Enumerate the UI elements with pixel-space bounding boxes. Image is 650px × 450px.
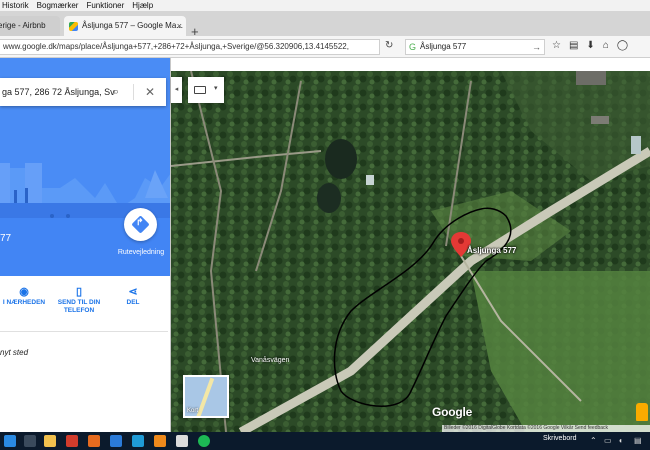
search-go-icon[interactable]: → <box>532 40 541 54</box>
collapse-panel-button[interactable]: ◂ <box>171 77 182 103</box>
place-address-fragment: 77 <box>0 233 12 244</box>
share-icon: ⋖ <box>128 286 138 298</box>
share-button[interactable]: ⋖ DEL <box>118 286 148 307</box>
google-logo: Google <box>432 405 473 419</box>
volume-icon[interactable]: ◖ <box>618 436 623 445</box>
toolbar-icons: ☆ ▤ ⬇ ⌂ ◯ <box>552 40 628 51</box>
spotify-icon[interactable] <box>198 435 210 447</box>
pin-icon: ◉ <box>19 286 29 298</box>
google-maps-favicon-icon <box>69 22 78 31</box>
map-type-toggle[interactable]: Kort <box>183 375 229 418</box>
skype-icon[interactable] <box>132 435 144 447</box>
download-icon[interactable]: ⬇ <box>586 40 594 51</box>
panel-divider <box>0 331 168 332</box>
nearby-label: I NÆRHEDEN <box>2 299 46 306</box>
map-pin-label[interactable]: Åsljunga 577 <box>467 246 516 255</box>
minimap-road <box>195 377 215 416</box>
keyboard-icon <box>194 86 206 94</box>
share-label: DEL <box>126 299 140 306</box>
phone-icon: ▯ <box>75 286 83 298</box>
send-to-phone-button[interactable]: ▯ SEND TIL DIN TELEFON <box>52 286 106 315</box>
home-app-icon[interactable] <box>176 435 188 447</box>
tab-strip: erige - Airbnb Åsljunga 577 – Google Ma.… <box>0 11 650 39</box>
maps-search-box[interactable]: ga 577, 286 72 Åsljunga, Sv ⌕ ✕ <box>0 78 166 106</box>
map-attribution: Billeder ©2016 DigitalGlobe Kortdata ©20… <box>442 425 650 432</box>
tab-label: erige - Airbnb <box>0 21 46 30</box>
satellite-imagery <box>171 71 650 432</box>
add-missing-place-link[interactable]: nyt sted <box>0 348 28 357</box>
firefox-icon[interactable] <box>88 435 100 447</box>
directions-arrow-icon: ↱ <box>136 217 144 227</box>
home-icon[interactable]: ⌂ <box>603 40 609 51</box>
vlc-icon[interactable] <box>154 435 166 447</box>
tab-airbnb[interactable]: erige - Airbnb <box>0 16 60 36</box>
google-search-icon: G <box>409 42 417 52</box>
tray-chevron-icon[interactable]: ⌃ <box>590 436 597 445</box>
tab-label: Åsljunga 577 – Google Ma... <box>82 21 183 30</box>
road-label: Vanåsvägen <box>251 357 290 364</box>
nearby-button[interactable]: ◉ I NÆRHEDEN <box>0 286 48 307</box>
directions-button[interactable]: ↱ <box>124 208 157 241</box>
close-icon[interactable]: ✕ <box>145 78 155 106</box>
place-actions: ◉ I NÆRHEDEN ▯ SEND TIL DIN TELEFON ⋖ DE… <box>0 286 171 328</box>
satellite-map[interactable] <box>171 71 650 432</box>
navigation-bar: www.google.dk/maps/place/Åsljunga+577,+2… <box>0 36 650 58</box>
layer-toggle-button[interactable]: ▾ <box>188 77 224 103</box>
directions-label: Rutevejledning <box>117 249 165 256</box>
task-view-icon[interactable] <box>24 435 36 447</box>
tab-google-maps[interactable]: Åsljunga 577 – Google Ma... × <box>64 16 186 36</box>
menu-hjaelp[interactable]: Hjælp <box>132 0 153 11</box>
desktop-toolbar-label[interactable]: Skrivebord <box>543 435 576 442</box>
maps-search-value: ga 577, 286 72 Åsljunga, Sv <box>2 87 115 97</box>
url-field[interactable]: www.google.dk/maps/place/Åsljunga+577,+2… <box>0 39 380 55</box>
menu-funktioner[interactable]: Funktioner <box>86 0 124 11</box>
windows-taskbar: Skrivebord ⌃ ▭ ◖ ▤ <box>0 432 650 450</box>
reload-icon[interactable]: ↻ <box>385 40 393 51</box>
search-icon[interactable]: ⌕ <box>113 78 119 106</box>
place-panel: 77 ↱ Rutevejledning ga 577, 286 72 Åslju… <box>0 58 171 432</box>
menu-bar: Historik Bogmærker Funktioner Hjælp <box>0 0 650 11</box>
reading-list-icon[interactable]: ▤ <box>569 40 578 51</box>
browser-search-field[interactable]: G Åsljunga 577 → <box>405 39 545 55</box>
notifications-icon[interactable]: ▤ <box>634 436 642 445</box>
close-tab-icon[interactable]: × <box>177 16 182 36</box>
browser-search-value: Åsljunga 577 <box>420 42 467 51</box>
street-view-pegman-icon[interactable] <box>636 403 648 421</box>
dropdown-caret-icon: ▾ <box>214 85 218 92</box>
sync-icon[interactable]: ◯ <box>617 40 628 51</box>
map-type-label: Kort <box>187 408 199 414</box>
edge-icon[interactable] <box>110 435 122 447</box>
app-icon[interactable] <box>66 435 78 447</box>
menu-bogmaerker[interactable]: Bogmærker <box>37 0 79 11</box>
bookmark-star-icon[interactable]: ☆ <box>552 40 561 51</box>
send-to-phone-label: SEND TIL DIN TELEFON <box>57 299 101 314</box>
search-divider <box>133 84 134 100</box>
network-icon[interactable]: ▭ <box>604 436 612 445</box>
file-explorer-icon[interactable] <box>44 435 56 447</box>
start-windows-icon[interactable] <box>4 435 16 447</box>
menu-historik[interactable]: Historik <box>2 0 29 11</box>
